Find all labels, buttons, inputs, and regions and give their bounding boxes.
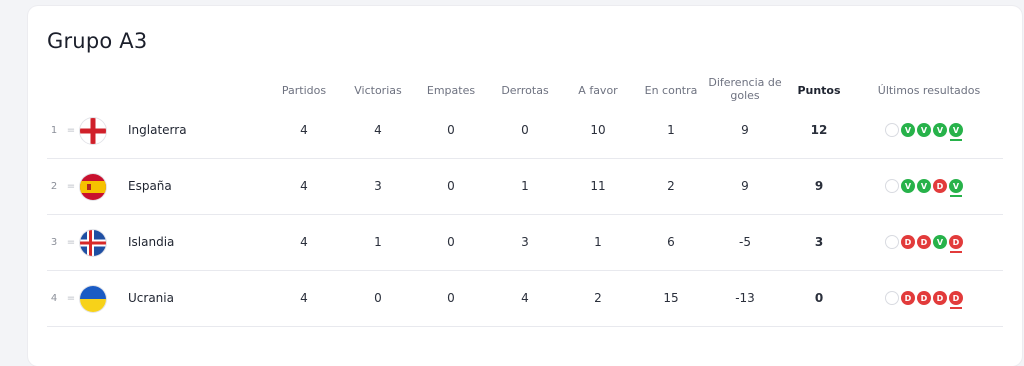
victorias-value: 1 [374,235,382,249]
puntos-value: 3 [814,235,824,249]
header-partidos: Partidos [281,83,327,97]
partidos-value: 4 [300,291,308,305]
partidos-value: 4 [300,179,308,193]
result-empty-slot [885,179,899,193]
trend-icon: = [66,124,76,136]
header-empates: Empates [426,83,476,97]
result-badge[interactable]: V [949,123,963,141]
team-name[interactable]: Inglaterra [128,102,248,158]
trend-icon: = [66,180,76,192]
empates-value: 0 [447,123,455,137]
group-title: Grupo A3 [47,29,148,53]
ukraine-flag [80,286,106,312]
header-a-favor: A favor [578,83,618,97]
team-name[interactable]: Ucrania [128,270,248,326]
trend-icon: = [66,236,76,248]
result-badge[interactable]: V [949,179,963,197]
result-badge[interactable]: D [917,291,931,305]
partidos-value: 4 [300,123,308,137]
result-badge[interactable]: V [933,123,947,137]
result-badge[interactable]: V [917,179,931,193]
header-diferencia: Diferencia de goles [706,72,784,106]
a-favor-value: 2 [594,291,602,305]
header-en-contra: En contra [644,83,698,97]
iceland-flag [80,230,106,256]
header-victorias: Victorias [354,83,402,97]
header-ultimos-resultados: Últimos resultados [877,83,981,97]
derrotas-value: 1 [521,179,529,193]
table-row[interactable]: 1 = Inglaterra 4 4 0 0 10 1 9 12 V V V V [47,102,1003,159]
empates-value: 0 [447,235,455,249]
diferencia-value: -13 [735,291,755,305]
team-name[interactable]: Islandia [128,214,248,270]
position-number: 3 [50,236,58,248]
puntos-value: 9 [814,179,824,193]
empates-value: 0 [447,179,455,193]
header-diferencia-line2: goles [730,89,760,102]
spain-flag [80,174,106,200]
result-badge[interactable]: D [917,235,931,249]
victorias-value: 4 [374,123,382,137]
position-number: 1 [50,124,58,136]
last-results: DDDD [885,270,965,326]
a-favor-value: 10 [590,123,606,137]
en-contra-value: 15 [663,291,679,305]
diferencia-value: 9 [741,179,749,193]
puntos-value: 12 [810,123,828,137]
diferencia-value: -5 [739,235,751,249]
table-row[interactable]: 4 = Ucrania 4 0 0 4 2 15 -13 0 D D D D [47,270,1003,327]
puntos-value: 0 [814,291,824,305]
last-results: VVDV [885,158,965,214]
derrotas-value: 0 [521,123,529,137]
en-contra-value: 2 [667,179,675,193]
result-badge[interactable]: V [933,235,947,249]
result-badge[interactable]: V [917,123,931,137]
result-empty-slot [885,291,899,305]
header-puntos: Puntos [797,83,841,97]
last-results: VVVV [885,102,965,158]
position-number: 2 [50,180,58,192]
empates-value: 0 [447,291,455,305]
header-derrotas: Derrotas [501,83,549,97]
a-favor-value: 11 [590,179,606,193]
position-number: 4 [50,292,58,304]
result-badge[interactable]: D [933,179,947,193]
table-row[interactable]: 2 = España 4 3 0 1 11 2 9 9 V V D V [47,158,1003,215]
a-favor-value: 1 [594,235,602,249]
en-contra-value: 6 [667,235,675,249]
result-badge[interactable]: V [901,123,915,137]
result-badge[interactable]: V [901,179,915,193]
last-results: DDVD [885,214,965,270]
england-flag [80,118,106,144]
derrotas-value: 3 [521,235,529,249]
trend-icon: = [66,292,76,304]
result-empty-slot [885,235,899,249]
diferencia-value: 9 [741,123,749,137]
result-badge[interactable]: D [901,235,915,249]
result-badge[interactable]: D [949,291,963,309]
header-diferencia-line1: Diferencia de [708,76,782,89]
result-badge[interactable]: D [933,291,947,305]
team-name[interactable]: España [128,158,248,214]
en-contra-value: 1 [667,123,675,137]
result-empty-slot [885,123,899,137]
result-badge[interactable]: D [949,235,963,253]
derrotas-value: 4 [521,291,529,305]
victorias-value: 0 [374,291,382,305]
table-row[interactable]: 3 = Islandia 4 1 0 3 1 6 -5 3 D D V D [47,214,1003,271]
partidos-value: 4 [300,235,308,249]
result-badge[interactable]: D [901,291,915,305]
victorias-value: 3 [374,179,382,193]
